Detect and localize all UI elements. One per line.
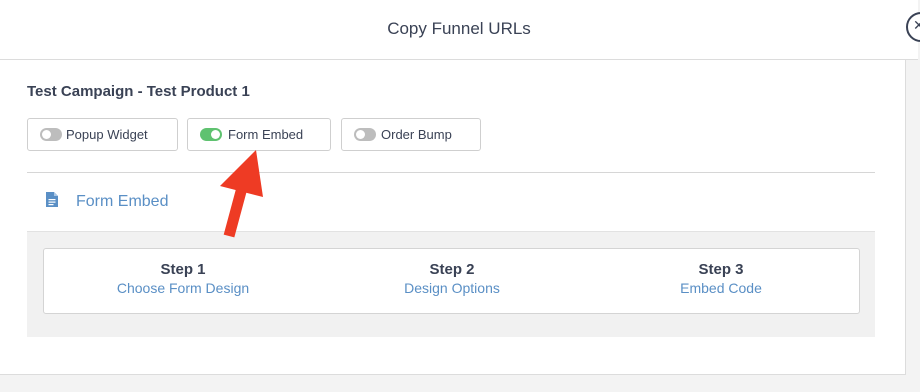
toggle-label: Popup Widget [66, 127, 148, 142]
step-2[interactable]: Step 2 Design Options [352, 261, 552, 297]
toggle-switch-off-icon [354, 128, 376, 141]
step-name: Embed Code [680, 280, 762, 296]
copy-funnel-urls-modal: Copy Funnel URLs ✕ Test Campaign - Test … [0, 0, 920, 392]
steps-wizard: Step 1 Choose Form Design Step 2 Design … [43, 248, 860, 314]
steps-panel: Step 1 Choose Form Design Step 2 Design … [27, 231, 875, 337]
toggle-switch-off-icon [40, 128, 62, 141]
modal-header: Copy Funnel URLs [0, 0, 918, 60]
document-icon [46, 192, 58, 207]
modal-title: Copy Funnel URLs [387, 19, 531, 38]
modal-body: Test Campaign - Test Product 1 Popup Wid… [0, 60, 906, 375]
form-embed-toggle-button[interactable]: Form Embed [187, 118, 331, 151]
section-divider [27, 172, 875, 173]
toggle-label: Form Embed [228, 127, 304, 142]
popup-widget-toggle-button[interactable]: Popup Widget [27, 118, 178, 151]
step-name: Design Options [404, 280, 500, 296]
step-number: Step 2 [429, 261, 475, 278]
toggle-label: Order Bump [381, 127, 452, 142]
step-1[interactable]: Step 1 Choose Form Design [83, 261, 283, 297]
step-number: Step 3 [698, 261, 744, 278]
campaign-title: Test Campaign - Test Product 1 [27, 83, 250, 100]
step-3[interactable]: Step 3 Embed Code [621, 261, 821, 297]
step-name: Choose Form Design [116, 280, 250, 296]
step-number: Step 1 [160, 261, 206, 278]
close-icon: ✕ [913, 17, 920, 33]
toggle-switch-on-icon [200, 128, 222, 141]
section-title-form-embed: Form Embed [76, 193, 169, 210]
order-bump-toggle-button[interactable]: Order Bump [341, 118, 481, 151]
